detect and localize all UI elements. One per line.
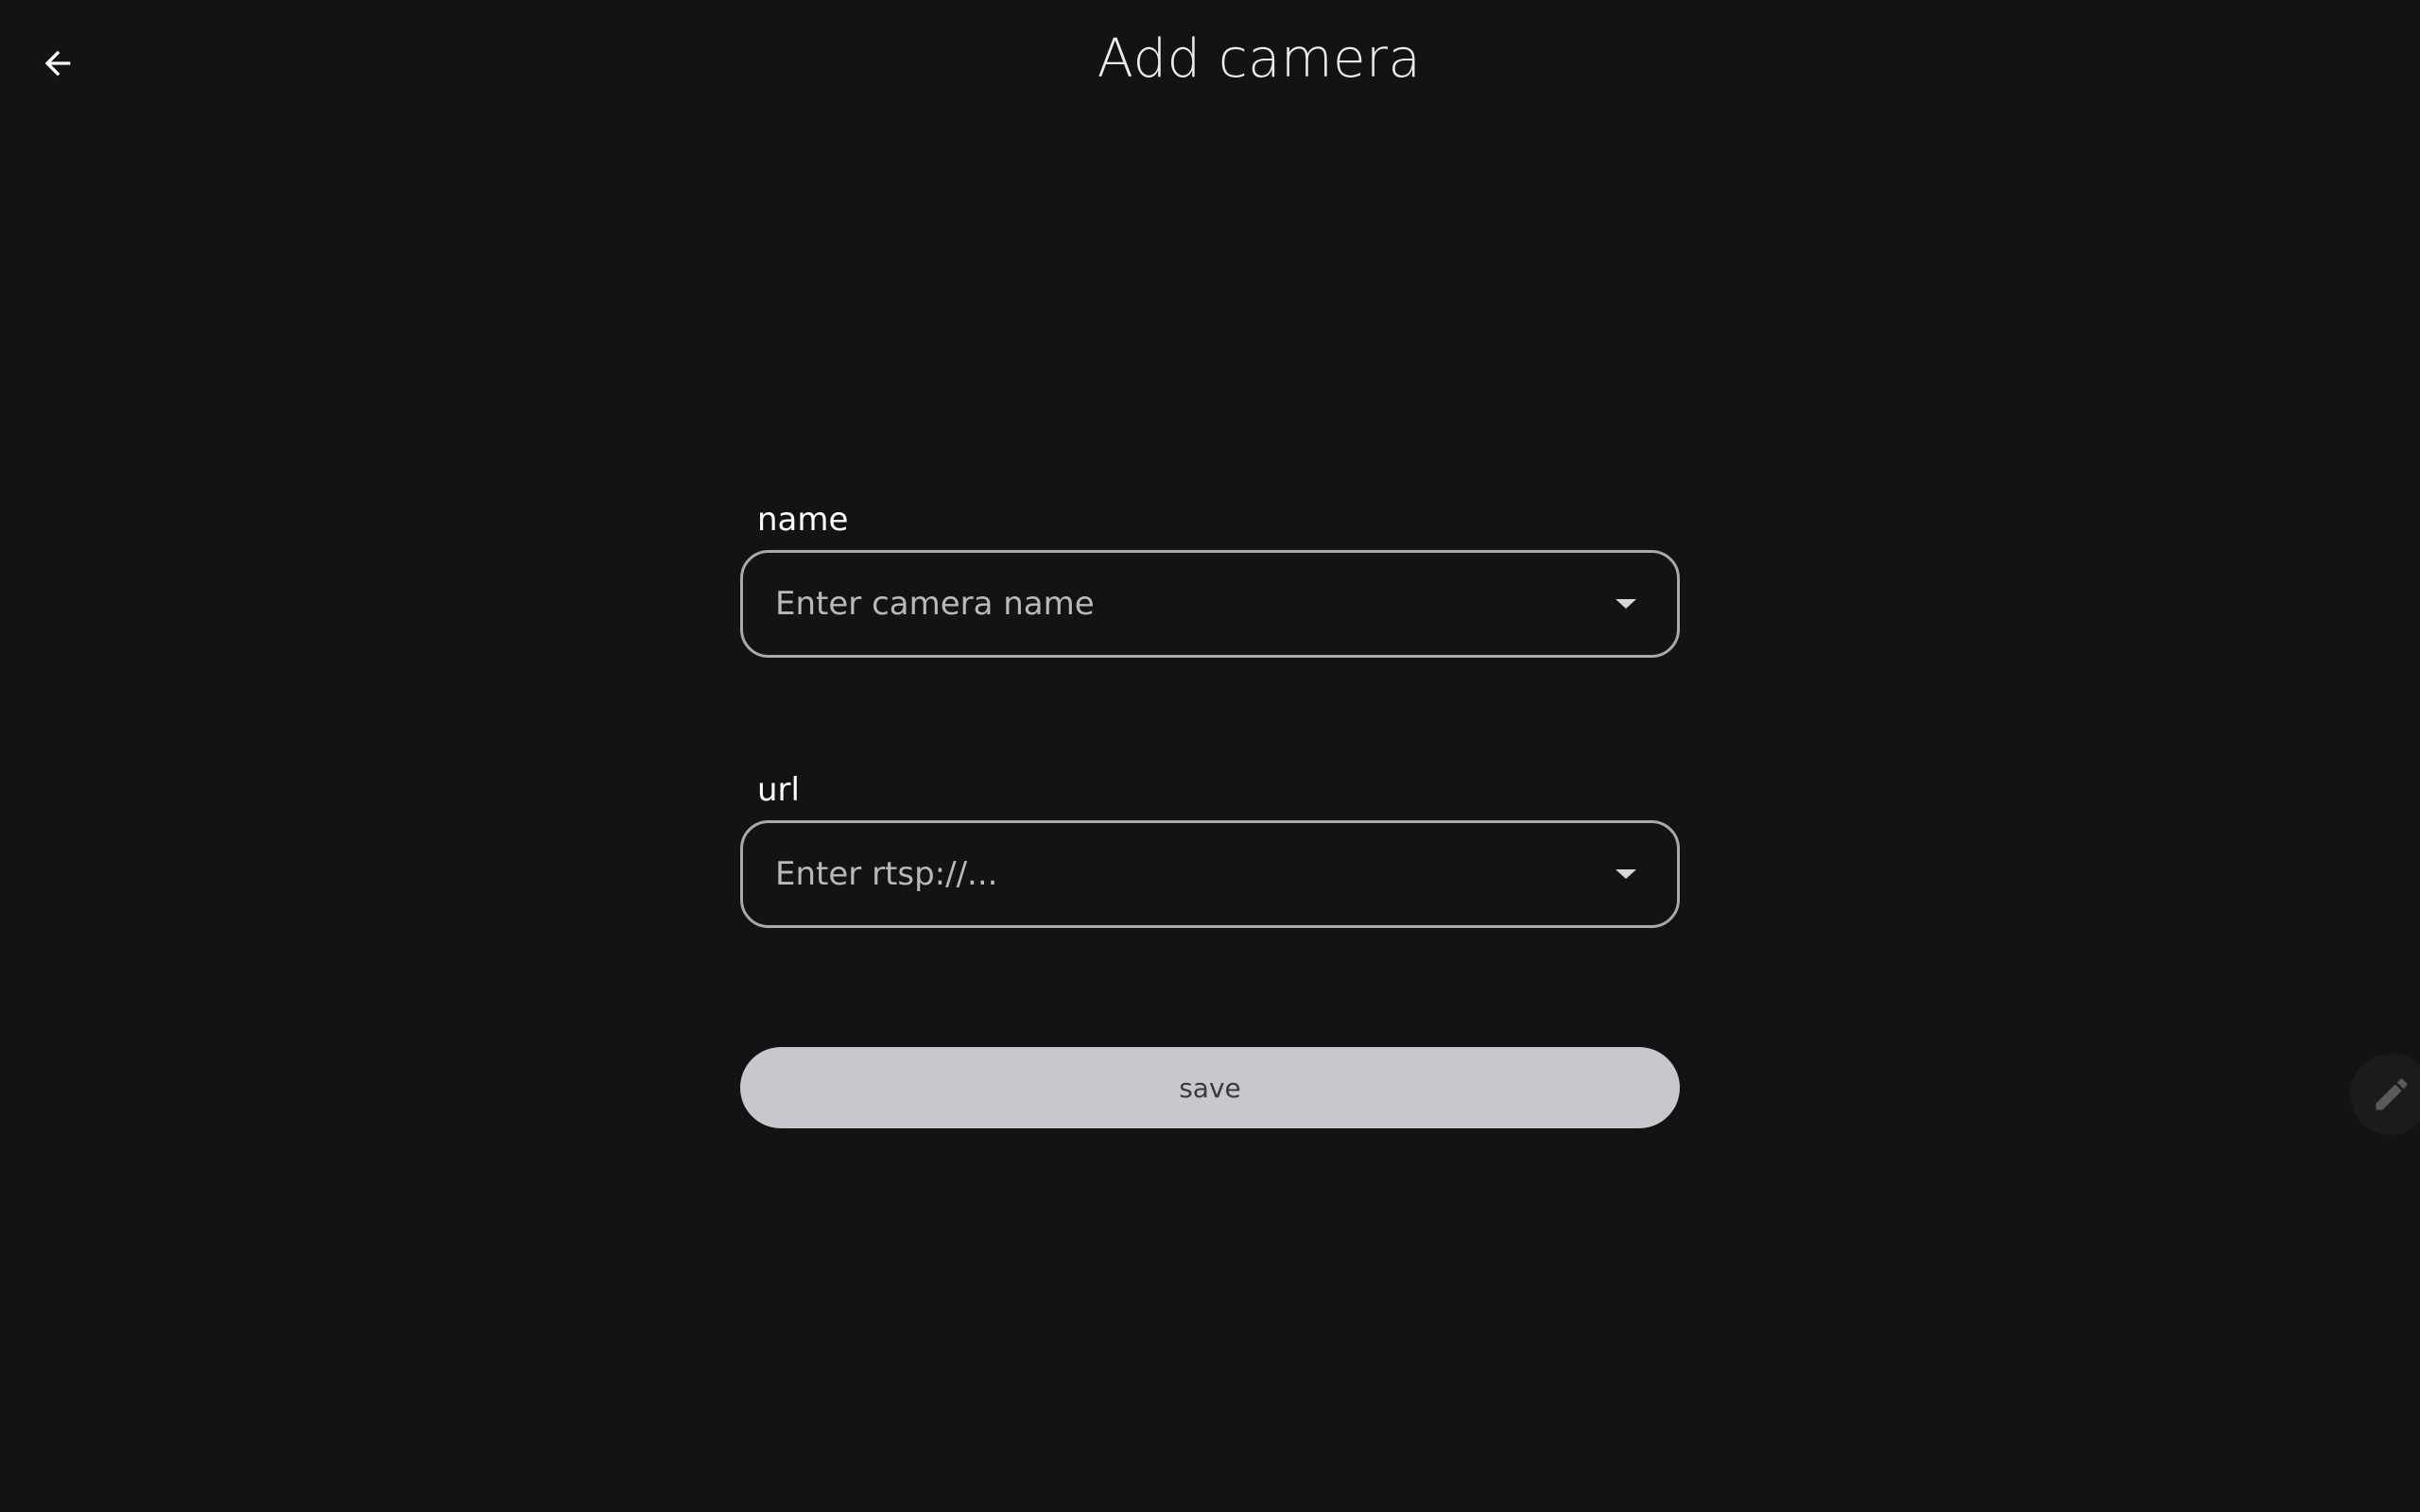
name-field-label: name — [757, 501, 849, 539]
edit-fab-button[interactable] — [2350, 1054, 2420, 1135]
pencil-icon — [2376, 1078, 2408, 1110]
caret-down-icon — [1616, 869, 1636, 879]
name-field[interactable] — [740, 550, 1680, 658]
url-dropdown-button[interactable] — [1607, 855, 1645, 893]
caret-down-icon — [1616, 599, 1636, 609]
url-field-label: url — [757, 771, 800, 809]
camera-name-input[interactable] — [775, 585, 1607, 623]
page-title: Add camera — [1097, 28, 1422, 90]
add-camera-screen: Add camera name url save — [0, 0, 2420, 1512]
save-button[interactable]: save — [740, 1047, 1680, 1128]
url-field[interactable] — [740, 820, 1680, 928]
add-camera-form: name url save — [740, 499, 1680, 1128]
camera-url-input[interactable] — [775, 855, 1607, 893]
name-dropdown-button[interactable] — [1607, 585, 1645, 623]
